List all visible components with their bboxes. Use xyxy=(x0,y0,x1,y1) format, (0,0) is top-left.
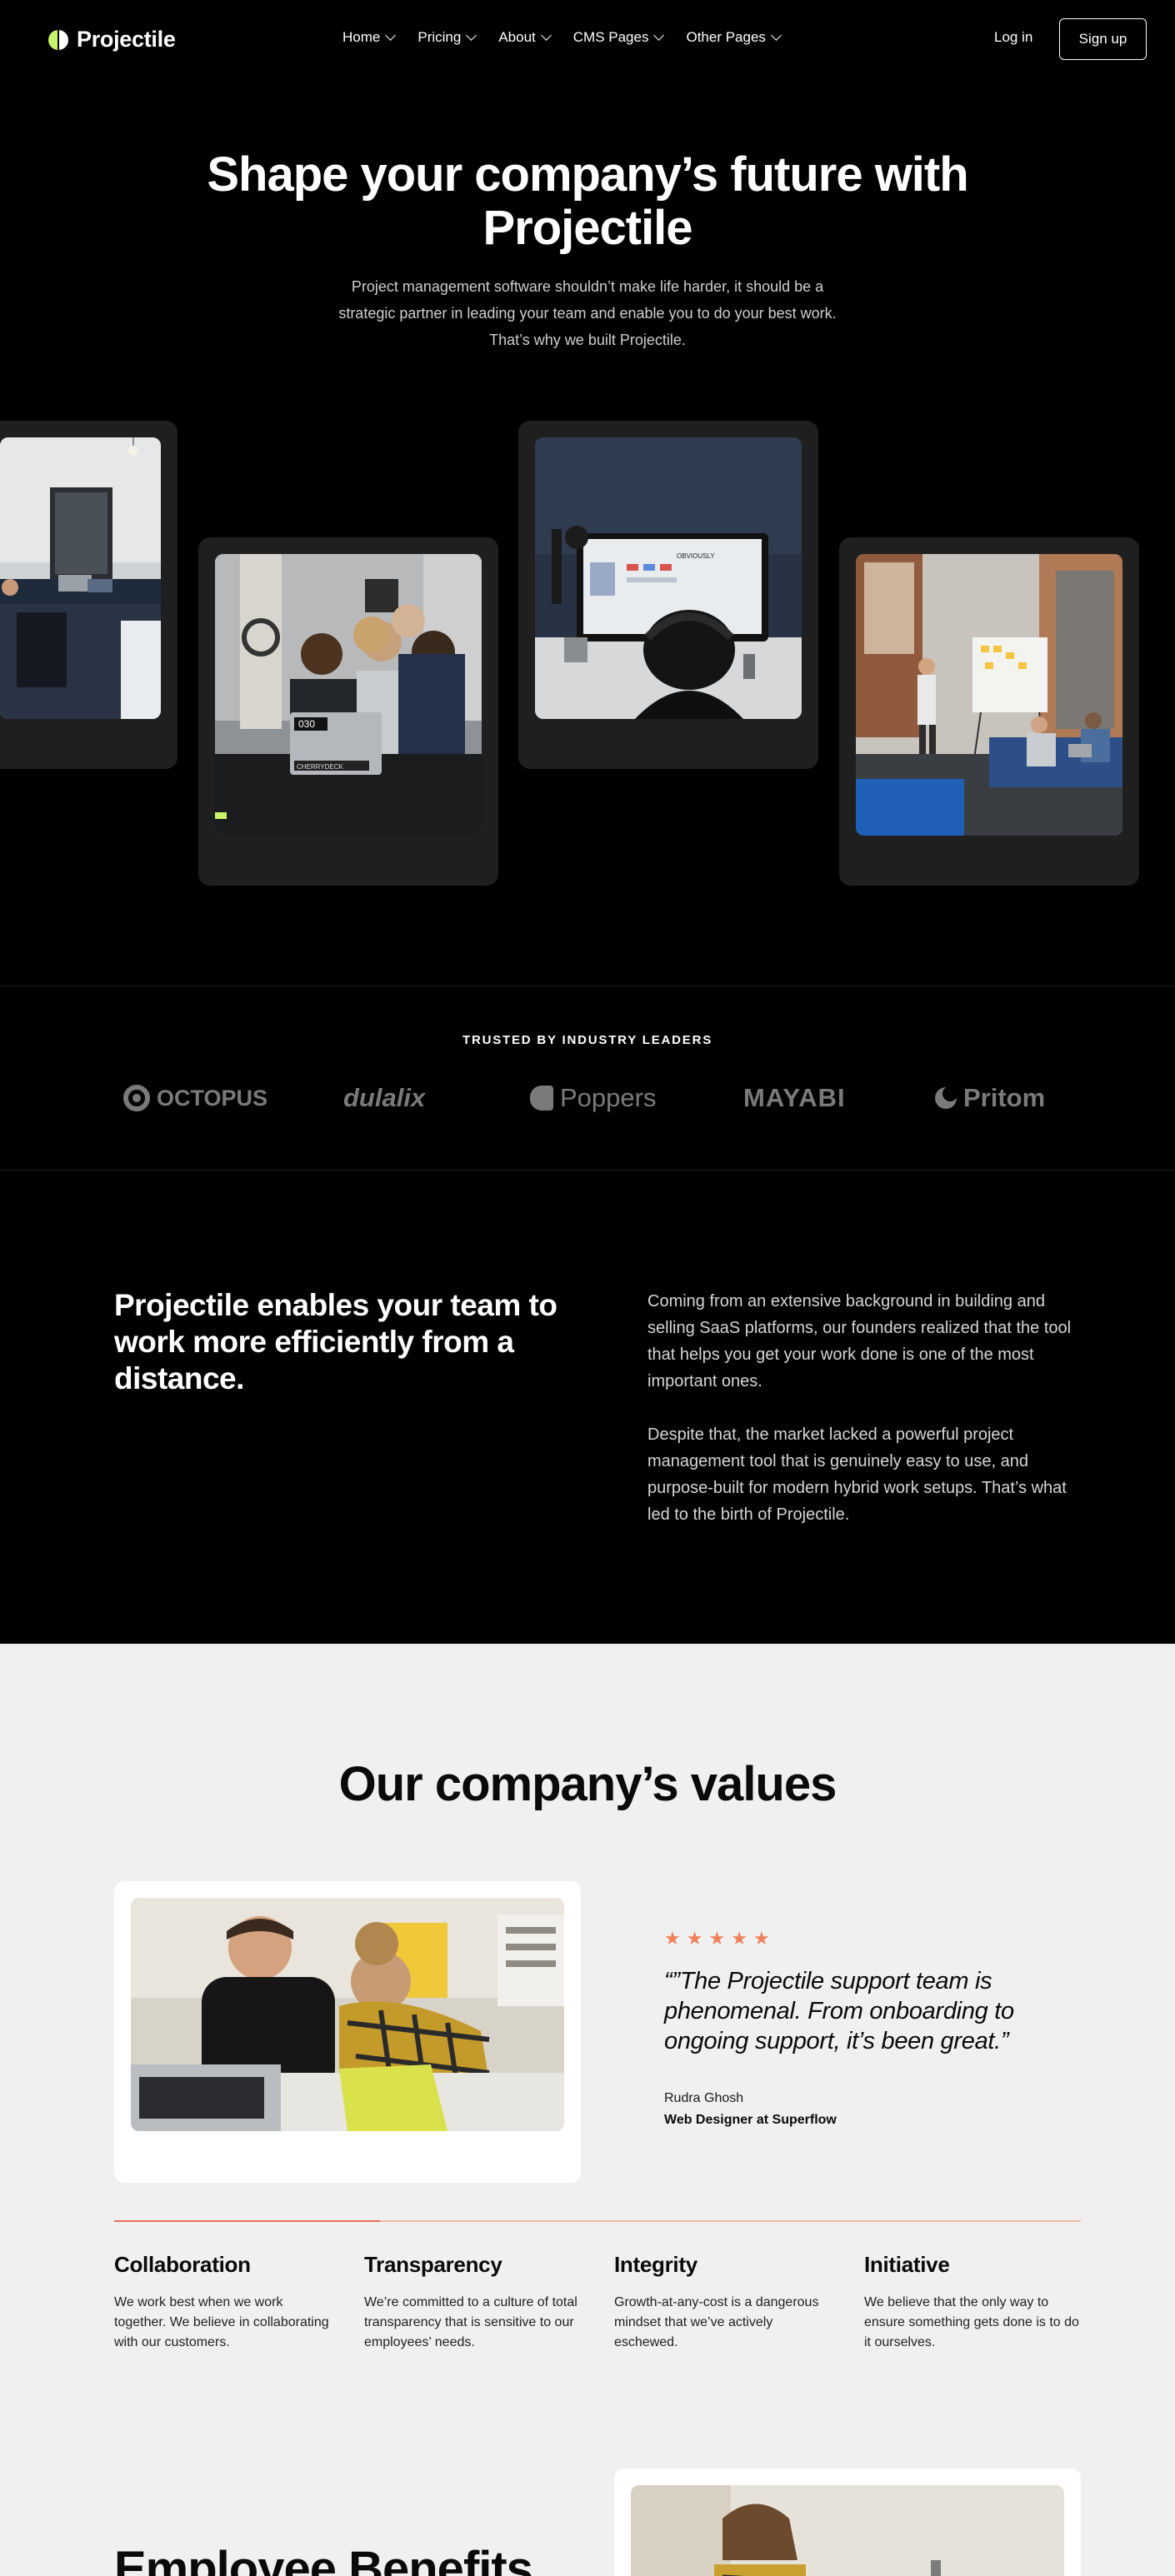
value-item-collaboration[interactable]: Collaboration We work best when we work … xyxy=(114,2252,335,2353)
benefits-title: Employee Benefits xyxy=(114,2542,533,2576)
value-title: Initiative xyxy=(864,2252,950,2277)
coworkers-photo xyxy=(131,1898,564,2131)
star-icon: ★ xyxy=(686,1928,703,1949)
chevron-down-icon xyxy=(771,30,782,41)
signup-button[interactable]: Sign up xyxy=(1059,18,1147,60)
chevron-down-icon xyxy=(385,30,397,41)
trusted-section xyxy=(0,986,1175,1171)
brand-logo-poppers: Poppers xyxy=(530,1080,656,1116)
hero-title: Shape your company’s future with Project… xyxy=(207,147,968,255)
menu-item-about[interactable]: About xyxy=(498,29,552,46)
brand-name: Poppers xyxy=(560,1083,657,1112)
chevron-down-icon xyxy=(466,30,478,41)
menu-item-cms-pages[interactable]: CMS Pages xyxy=(572,29,665,46)
photo-card: OBVIOUSLY xyxy=(518,421,818,769)
values-title: Our company’s values xyxy=(338,1757,838,1811)
brand-name: Pritom xyxy=(963,1083,1046,1112)
chevron-down-icon xyxy=(540,30,552,41)
logo-text: Projectile xyxy=(77,27,176,52)
photo-card xyxy=(839,537,1139,886)
poppers-icon xyxy=(530,1086,553,1111)
benefits-photo-card xyxy=(614,2469,1081,2576)
value-title: Transparency xyxy=(364,2252,502,2277)
menu-label: Other Pages xyxy=(686,29,766,45)
office-photo xyxy=(0,437,161,719)
svg-text:OBVIOUSLY: OBVIOUSLY xyxy=(677,552,715,560)
mission-title: Projectile enables your team to work mor… xyxy=(114,1288,558,1395)
values-photo-card xyxy=(114,1881,581,2183)
svg-text:CHERRYDECK: CHERRYDECK xyxy=(297,763,344,771)
star-icon: ★ xyxy=(731,1928,748,1949)
value-item-transparency[interactable]: Transparency We’re committed to a cultur… xyxy=(364,2252,585,2353)
team-laptop-photo: 030 CHERRYDECK xyxy=(215,554,482,836)
brand-name: dulalix xyxy=(343,1083,426,1112)
testimonial-author: Rudra Ghosh xyxy=(664,2091,744,2105)
mission-paragraph-2: Despite that, the market lacked a powerf… xyxy=(648,1425,1067,1524)
login-link[interactable]: Log in xyxy=(994,29,1032,46)
menu-label: CMS Pages xyxy=(572,29,649,45)
menu-item-other-pages[interactable]: Other Pages xyxy=(686,29,782,46)
benefits-photo xyxy=(631,2485,1064,2576)
brand-logo-octopus: OCTOPUS xyxy=(123,1080,268,1116)
value-text: We work best when we work together. We b… xyxy=(114,2295,329,2349)
value-title: Collaboration xyxy=(114,2252,251,2277)
photo-card: 030 CHERRYDECK xyxy=(198,537,498,886)
svg-text:030: 030 xyxy=(298,718,315,730)
chevron-down-icon xyxy=(653,30,665,41)
menu-item-home[interactable]: Home xyxy=(342,29,397,46)
value-text: We believe that the only way to ensure s… xyxy=(864,2295,1079,2349)
top-nav: Projectile Home Pricing About CMS Pages … xyxy=(0,0,1175,78)
value-item-initiative[interactable]: Initiative We believe that the only way … xyxy=(864,2252,1085,2353)
star-icon: ★ xyxy=(752,1928,770,1949)
menu-label: Pricing xyxy=(418,29,462,45)
brand-logo-pritom: Pritom xyxy=(935,1080,1045,1116)
trusted-title: TRUSTED BY INDUSTRY LEADERS xyxy=(462,1033,713,1047)
headphones-desk-photo: OBVIOUSLY xyxy=(535,437,802,719)
presentation-photo xyxy=(856,554,1122,836)
star-icon: ★ xyxy=(708,1928,726,1949)
octopus-icon xyxy=(123,1085,150,1111)
value-text: We’re committed to a culture of total tr… xyxy=(364,2295,578,2349)
star-icon: ★ xyxy=(664,1928,681,1949)
main-menu: Home Pricing About CMS Pages Other Pages xyxy=(342,29,782,46)
logo[interactable]: Projectile xyxy=(48,27,176,52)
values-progress-bar xyxy=(114,2220,1081,2222)
logo-icon xyxy=(48,29,68,50)
photo-card xyxy=(0,421,178,769)
menu-item-pricing[interactable]: Pricing xyxy=(418,29,478,46)
menu-label: About xyxy=(498,29,536,45)
brand-logo-dulalix: dulalix xyxy=(343,1080,425,1116)
value-text: Growth-at-any-cost is a dangerous mindse… xyxy=(614,2295,819,2349)
value-title: Integrity xyxy=(614,2252,698,2277)
star-rating: ★ ★ ★ ★ ★ xyxy=(664,1930,770,1948)
values-progress-fill xyxy=(114,2220,380,2222)
menu-label: Home xyxy=(342,29,381,45)
testimonial-role: Web Designer at Superflow xyxy=(664,2113,837,2127)
brand-logo-mayabi: MAYABI xyxy=(743,1080,846,1116)
hero-subtitle: Project management software shouldn’t ma… xyxy=(338,278,837,348)
brand-name: OCTOPUS xyxy=(157,1085,268,1111)
pritom-icon xyxy=(935,1087,957,1109)
value-item-integrity[interactable]: Integrity Growth-at-any-cost is a danger… xyxy=(614,2252,835,2353)
testimonial-quote: “”The Projectile support team is phenome… xyxy=(664,1968,1014,2054)
mission-paragraph-1: Coming from an extensive background in b… xyxy=(648,1292,1072,1390)
brand-name: MAYABI xyxy=(743,1083,846,1112)
